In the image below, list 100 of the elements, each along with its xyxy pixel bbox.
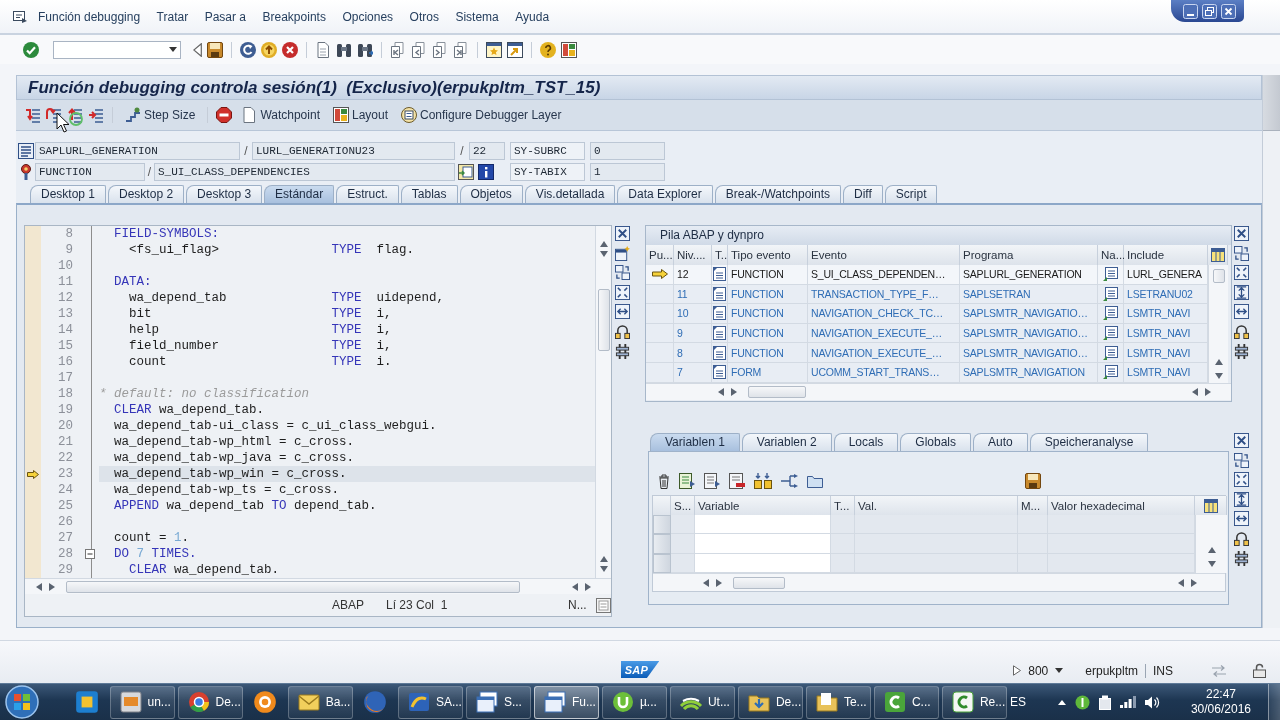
scroll-left-icon[interactable] — [718, 388, 724, 396]
document-circle-icon[interactable] — [401, 107, 417, 123]
column-header[interactable]: Tipo evento — [728, 245, 808, 266]
scroll-down-icon[interactable] — [1207, 561, 1216, 567]
menu-icon[interactable] — [13, 10, 27, 23]
swap-icon[interactable] — [1233, 452, 1249, 468]
layout-button[interactable]: Layout — [328, 104, 392, 126]
taskbar-button[interactable]: S... — [465, 685, 531, 719]
table-row[interactable]: 9 FUNCTION NAVIGATION_EXECUTE_… SAPLSMTR_NAVIGATIO… LSMTR_NAVI — [646, 323, 1208, 344]
menu-item[interactable]: Otros — [409, 9, 439, 24]
scroll-thumb[interactable] — [597, 289, 610, 351]
circular-arrow-icon[interactable] — [240, 41, 256, 58]
code-editor[interactable] — [25, 226, 595, 579]
minimize-icon[interactable] — [1183, 3, 1198, 19]
horizontal-scrollbar[interactable] — [653, 573, 1225, 591]
save-icon[interactable] — [1025, 473, 1041, 489]
remove-row-icon[interactable] — [729, 473, 745, 489]
expand-height-icon[interactable] — [1233, 491, 1249, 507]
scroll-thumb[interactable] — [1212, 269, 1225, 283]
last-page-icon[interactable] — [453, 41, 469, 58]
maximize-icon[interactable] — [1233, 265, 1249, 281]
column-header[interactable]: Na... — [1098, 245, 1124, 266]
tab[interactable]: Estruct. — [336, 185, 399, 203]
scroll-up-icon[interactable] — [1214, 359, 1223, 365]
menu-item[interactable]: Opciones — [342, 9, 394, 24]
vertical-scrollbar[interactable] — [1262, 75, 1280, 628]
scroll-right-icon[interactable] — [716, 578, 722, 587]
taskbar-button[interactable]: Ut... — [669, 685, 735, 719]
scroll-thumb[interactable] — [66, 580, 520, 593]
scroll-left-icon[interactable] — [703, 578, 709, 587]
dropdown-caret-icon[interactable] — [1055, 668, 1064, 673]
vertical-scrollbar[interactable] — [595, 226, 611, 579]
page-icon[interactable] — [241, 107, 258, 123]
horizontal-scrollbar[interactable] — [646, 383, 1231, 400]
scroll-left-icon[interactable] — [36, 582, 42, 591]
page-frame-icon[interactable] — [596, 597, 611, 613]
tab[interactable]: Break-/Watchpoints — [714, 185, 841, 203]
menu-item[interactable]: Sistema — [455, 9, 499, 24]
browser-icon[interactable] — [362, 689, 389, 715]
table-row[interactable]: 8 FUNCTION NAVIGATION_EXECUTE_… SAPLSMTR_NAVIGATIO… LSMTR_NAVI — [646, 343, 1208, 363]
previous-page-icon[interactable] — [411, 41, 427, 58]
taskbar-button[interactable]: De... — [737, 685, 803, 719]
scroll-down-icon[interactable] — [1214, 373, 1223, 379]
circle-tray-icon[interactable] — [1074, 694, 1090, 710]
table-row[interactable]: 7 FORM UCOMM_START_TRANS… SAPLSMTR_NAVIGATION LSMTR_NAVI — [646, 362, 1208, 383]
lock-icon[interactable] — [1253, 663, 1266, 678]
taskbar-button[interactable]: De... — [177, 685, 243, 719]
tab[interactable]: Script — [884, 185, 938, 203]
vertical-scrollbar[interactable] — [1195, 515, 1227, 573]
column-header[interactable]: Programa — [960, 245, 1098, 266]
scroll-right-icon[interactable] — [49, 582, 55, 591]
x-circle-icon[interactable] — [282, 41, 298, 58]
column-header[interactable]: S... — [671, 496, 695, 517]
taskbar-button[interactable]: µ... — [601, 685, 667, 719]
horizontal-scrollbar[interactable] — [25, 578, 611, 595]
menu-item[interactable]: Tratar — [156, 9, 189, 24]
first-page-icon[interactable] — [390, 41, 406, 58]
start-button-icon[interactable] — [5, 685, 40, 719]
expand-width-icon[interactable] — [614, 304, 630, 320]
scroll-right-icon[interactable] — [1205, 388, 1211, 396]
maximize-icon[interactable] — [614, 284, 630, 300]
customize-layout-icon[interactable] — [561, 41, 577, 58]
headset-icon[interactable] — [614, 323, 630, 339]
scroll-left-icon[interactable] — [1178, 578, 1184, 587]
column-header[interactable]: Valor hexadecimal — [1048, 496, 1195, 517]
info-icon[interactable] — [478, 164, 494, 180]
window-new-icon[interactable] — [614, 245, 630, 261]
scroll-right-icon[interactable] — [731, 388, 737, 396]
tab[interactable]: Desktop 2 — [108, 185, 185, 203]
insert-row-icon[interactable] — [679, 473, 695, 489]
expand-width-icon[interactable] — [1233, 304, 1249, 320]
language-indicator[interactable]: ES — [1009, 695, 1026, 709]
tab[interactable]: Auto — [973, 433, 1028, 451]
back-triangle-icon[interactable] — [193, 42, 202, 57]
collapse-toggle-icon[interactable] — [85, 549, 95, 559]
scroll-right-icon[interactable] — [585, 582, 591, 591]
tab[interactable]: Estándar — [264, 185, 335, 203]
columns-icon[interactable] — [754, 473, 772, 489]
scroll-up-icon[interactable] — [1207, 547, 1216, 553]
column-header[interactable]: Val. — [855, 496, 1018, 517]
save-icon[interactable] — [207, 41, 223, 58]
scroll-thumb[interactable] — [748, 386, 806, 398]
clamp-icon[interactable] — [1233, 343, 1249, 359]
variable-input-field[interactable] — [695, 534, 831, 554]
step-return-icon[interactable] — [67, 107, 83, 123]
tab[interactable]: Variablen 1 — [650, 433, 740, 451]
delete-icon[interactable] — [658, 473, 670, 489]
configure-layer-button[interactable]: Configure Debugger Layer — [397, 104, 566, 126]
close-icon[interactable] — [1233, 226, 1249, 241]
close-icon[interactable] — [1233, 433, 1249, 448]
append-row-icon[interactable] — [704, 473, 720, 489]
clamp-icon[interactable] — [614, 343, 630, 359]
scroll-up-icon[interactable] — [599, 241, 608, 247]
headset-icon[interactable] — [1233, 323, 1249, 339]
menu-item[interactable]: Breakpoints — [262, 9, 326, 24]
stop-icon[interactable] — [216, 107, 233, 123]
column-header[interactable]: Evento — [808, 245, 960, 266]
watchpoint-button[interactable]: Watchpoint — [237, 104, 324, 126]
find-next-icon[interactable] — [357, 41, 373, 58]
column-header[interactable]: Niv.... — [674, 245, 712, 266]
